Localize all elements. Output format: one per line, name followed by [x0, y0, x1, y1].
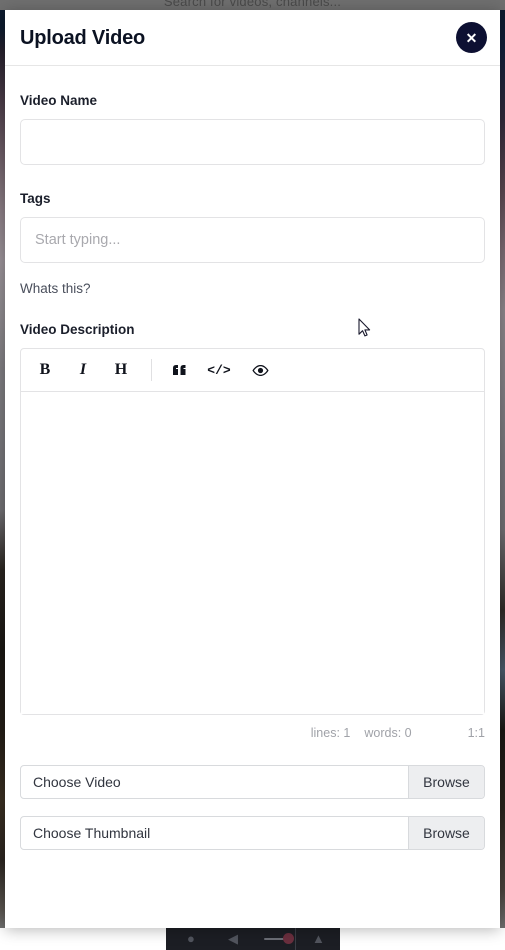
- modal-body: Video Name Tags Whats this? Video Descri…: [5, 93, 500, 850]
- upload-video-modal: Upload Video ✕ Video Name Tags Whats thi…: [5, 10, 500, 928]
- page-title: Upload Video: [20, 27, 145, 50]
- choose-thumbnail-row[interactable]: Choose Thumbnail Browse: [20, 816, 485, 850]
- choose-thumbnail-label: Choose Thumbnail: [21, 817, 408, 849]
- choose-video-browse-button[interactable]: Browse: [408, 766, 484, 798]
- background-search-placeholder: Search for videos, channels...: [0, 0, 505, 9]
- editor-lines-count: lines: 1: [311, 726, 351, 740]
- video-name-label: Video Name: [20, 93, 485, 108]
- eye-icon-svg: [252, 365, 269, 376]
- volume-slider-knob[interactable]: [283, 933, 294, 944]
- volume-icon[interactable]: ◀: [228, 932, 238, 945]
- editor-toolbar: B I H </>: [21, 349, 484, 392]
- editor-words-count: words: 0: [364, 726, 411, 740]
- quote-icon[interactable]: [171, 360, 187, 380]
- tags-label: Tags: [20, 191, 485, 206]
- video-name-input[interactable]: [20, 119, 485, 165]
- heading-icon[interactable]: H: [113, 360, 129, 380]
- choose-video-row[interactable]: Choose Video Browse: [20, 765, 485, 799]
- markdown-editor: B I H </>: [20, 348, 485, 715]
- video-description-textarea[interactable]: [21, 392, 484, 714]
- code-icon[interactable]: </>: [209, 360, 229, 380]
- video-description-label: Video Description: [20, 322, 485, 337]
- close-icon: ✕: [466, 31, 478, 45]
- background-top-bar: Search for videos, channels...: [0, 0, 505, 10]
- close-button[interactable]: ✕: [456, 22, 487, 53]
- choose-thumbnail-browse-button[interactable]: Browse: [408, 817, 484, 849]
- preview-eye-icon[interactable]: [251, 360, 269, 380]
- italic-icon[interactable]: I: [75, 360, 91, 380]
- quote-icon-svg: [172, 364, 187, 376]
- editor-cursor-position: 1:1: [468, 726, 485, 740]
- modal-header: Upload Video ✕: [5, 10, 500, 66]
- background-right-strip: [500, 10, 505, 928]
- tags-input[interactable]: [20, 217, 485, 263]
- toolbar-separator: [151, 359, 152, 381]
- editor-status-bar: lines: 1 words: 0 1:1: [20, 726, 485, 740]
- choose-video-label: Choose Video: [21, 766, 408, 798]
- person-icon[interactable]: ●: [187, 932, 195, 945]
- bold-icon[interactable]: B: [37, 360, 53, 380]
- whats-this-link[interactable]: Whats this?: [20, 281, 485, 296]
- cast-icon[interactable]: ▲: [312, 932, 325, 945]
